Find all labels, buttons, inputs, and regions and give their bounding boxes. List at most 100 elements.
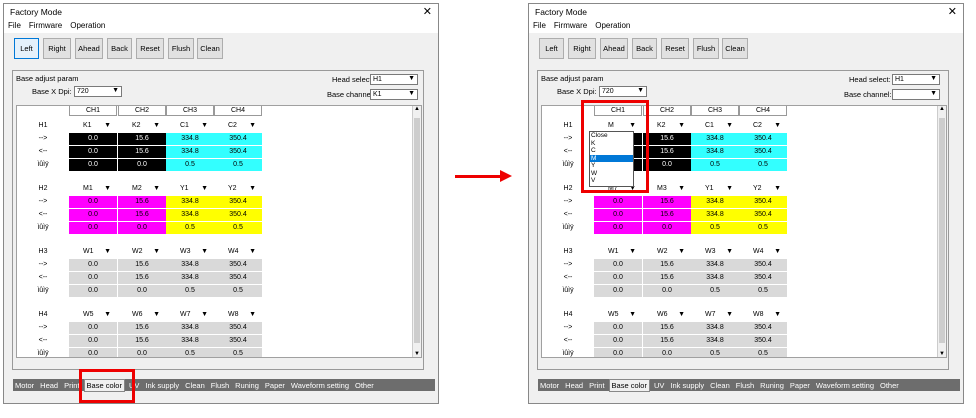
scroll-up-icon[interactable]: ▲: [413, 106, 421, 112]
close-icon[interactable]: ✕: [423, 5, 432, 18]
value-cell[interactable]: 0.5: [214, 222, 262, 234]
value-cell[interactable]: 15.6: [118, 272, 166, 284]
channel-select[interactable]: C2 ▼: [214, 120, 262, 132]
value-cell[interactable]: 15.6: [643, 259, 691, 271]
value-cell[interactable]: 0.0: [69, 159, 117, 171]
scroll-down-icon[interactable]: ▼: [413, 351, 421, 357]
value-cell[interactable]: 350.4: [214, 272, 262, 284]
value-cell[interactable]: 15.6: [643, 146, 691, 158]
channel-select[interactable]: W6 ▼: [118, 309, 166, 321]
value-cell[interactable]: 0.5: [691, 348, 739, 357]
channel-select[interactable]: Y2 ▼: [739, 183, 787, 195]
value-cell[interactable]: 350.4: [214, 259, 262, 271]
value-cell[interactable]: 0.0: [69, 222, 117, 234]
value-cell[interactable]: 350.4: [214, 133, 262, 145]
value-cell[interactable]: 15.6: [118, 209, 166, 221]
value-cell[interactable]: 15.6: [643, 322, 691, 334]
channel-select[interactable]: W7 ▼: [166, 309, 214, 321]
channel-select[interactable]: W8 ▼: [214, 309, 262, 321]
value-cell[interactable]: 334.8: [691, 259, 739, 271]
value-cell[interactable]: 350.4: [739, 133, 787, 145]
tab-motor[interactable]: Motor: [538, 380, 561, 391]
value-cell[interactable]: 0.0: [594, 272, 642, 284]
clean-button[interactable]: Clean: [197, 38, 223, 59]
menu-operation[interactable]: Operation: [595, 21, 630, 30]
back-button[interactable]: Back: [632, 38, 657, 59]
value-cell[interactable]: 15.6: [643, 272, 691, 284]
value-cell[interactable]: 0.0: [643, 285, 691, 297]
reset-button[interactable]: Reset: [661, 38, 689, 59]
value-cell[interactable]: 350.4: [214, 146, 262, 158]
flush-button[interactable]: Flush: [693, 38, 719, 59]
channel-select[interactable]: W4 ▼: [214, 246, 262, 258]
flush-button[interactable]: Flush: [168, 38, 194, 59]
tab-head[interactable]: Head: [563, 380, 585, 391]
value-cell[interactable]: 0.0: [594, 209, 642, 221]
value-cell[interactable]: 0.0: [118, 285, 166, 297]
menu-file[interactable]: File: [8, 21, 21, 30]
menu-file[interactable]: File: [533, 21, 546, 30]
value-cell[interactable]: 0.0: [594, 222, 642, 234]
value-cell[interactable]: 0.0: [118, 159, 166, 171]
value-cell[interactable]: 334.8: [166, 335, 214, 347]
value-cell[interactable]: 0.0: [69, 285, 117, 297]
value-cell[interactable]: 0.0: [69, 209, 117, 221]
channel-select[interactable]: W1 ▼: [69, 246, 117, 258]
clean-button[interactable]: Clean: [722, 38, 748, 59]
dpi-select[interactable]: 720 ▼: [74, 86, 122, 97]
value-cell[interactable]: 350.4: [739, 196, 787, 208]
channel-select[interactable]: W4 ▼: [739, 246, 787, 258]
value-cell[interactable]: 0.5: [691, 285, 739, 297]
value-cell[interactable]: 0.5: [166, 159, 214, 171]
value-cell[interactable]: 0.5: [691, 159, 739, 171]
channel-select[interactable]: W3 ▼: [166, 246, 214, 258]
value-cell[interactable]: 334.8: [166, 322, 214, 334]
value-cell[interactable]: 334.8: [166, 209, 214, 221]
channel-select[interactable]: W8 ▼: [739, 309, 787, 321]
channel-select[interactable]: M1 ▼: [69, 183, 117, 195]
value-cell[interactable]: 334.8: [166, 133, 214, 145]
value-cell[interactable]: 0.0: [69, 322, 117, 334]
channel-select[interactable]: W2 ▼: [118, 246, 166, 258]
channel-select[interactable]: W5 ▼: [69, 309, 117, 321]
channel-select[interactable]: C1 ▼: [691, 120, 739, 132]
left-button[interactable]: Left: [14, 38, 39, 59]
channel-select[interactable]: W5 ▼: [594, 309, 642, 321]
value-cell[interactable]: 15.6: [118, 146, 166, 158]
channel-select[interactable]: K1 ▼: [69, 120, 117, 132]
vertical-scrollbar[interactable]: ▲ ▼: [937, 106, 946, 357]
menu-firmware[interactable]: Firmware: [554, 21, 587, 30]
value-cell[interactable]: 0.0: [643, 348, 691, 357]
value-cell[interactable]: 0.0: [69, 272, 117, 284]
value-cell[interactable]: 0.0: [69, 348, 117, 357]
value-cell[interactable]: 334.8: [166, 196, 214, 208]
value-cell[interactable]: 0.5: [739, 348, 787, 357]
value-cell[interactable]: 15.6: [118, 196, 166, 208]
value-cell[interactable]: 0.5: [214, 285, 262, 297]
tab-motor[interactable]: Motor: [13, 380, 36, 391]
channel-select[interactable]: C2 ▼: [739, 120, 787, 132]
channel-select[interactable]: W3 ▼: [691, 246, 739, 258]
value-cell[interactable]: 0.5: [691, 222, 739, 234]
value-cell[interactable]: 350.4: [739, 209, 787, 221]
left-button[interactable]: Left: [539, 38, 564, 59]
value-cell[interactable]: 0.5: [166, 348, 214, 357]
value-cell[interactable]: 334.8: [691, 335, 739, 347]
value-cell[interactable]: 334.8: [166, 272, 214, 284]
tab-flush[interactable]: Flush: [209, 380, 231, 391]
scroll-up-icon[interactable]: ▲: [938, 106, 946, 112]
value-cell[interactable]: 0.0: [118, 348, 166, 357]
value-cell[interactable]: 0.5: [166, 222, 214, 234]
value-cell[interactable]: 0.0: [594, 335, 642, 347]
value-cell[interactable]: 334.8: [691, 322, 739, 334]
head-select[interactable]: H1 ▼: [892, 74, 940, 85]
tab-runing[interactable]: Runing: [233, 380, 261, 391]
scroll-thumb[interactable]: [939, 118, 945, 343]
tab-waveform-setting[interactable]: Waveform setting: [289, 380, 351, 391]
tab-ink-supply[interactable]: Ink supply: [668, 380, 706, 391]
vertical-scrollbar[interactable]: ▲ ▼: [412, 106, 421, 357]
tab-waveform-setting[interactable]: Waveform setting: [814, 380, 876, 391]
value-cell[interactable]: 0.0: [69, 335, 117, 347]
value-cell[interactable]: 334.8: [691, 146, 739, 158]
value-cell[interactable]: 334.8: [691, 272, 739, 284]
